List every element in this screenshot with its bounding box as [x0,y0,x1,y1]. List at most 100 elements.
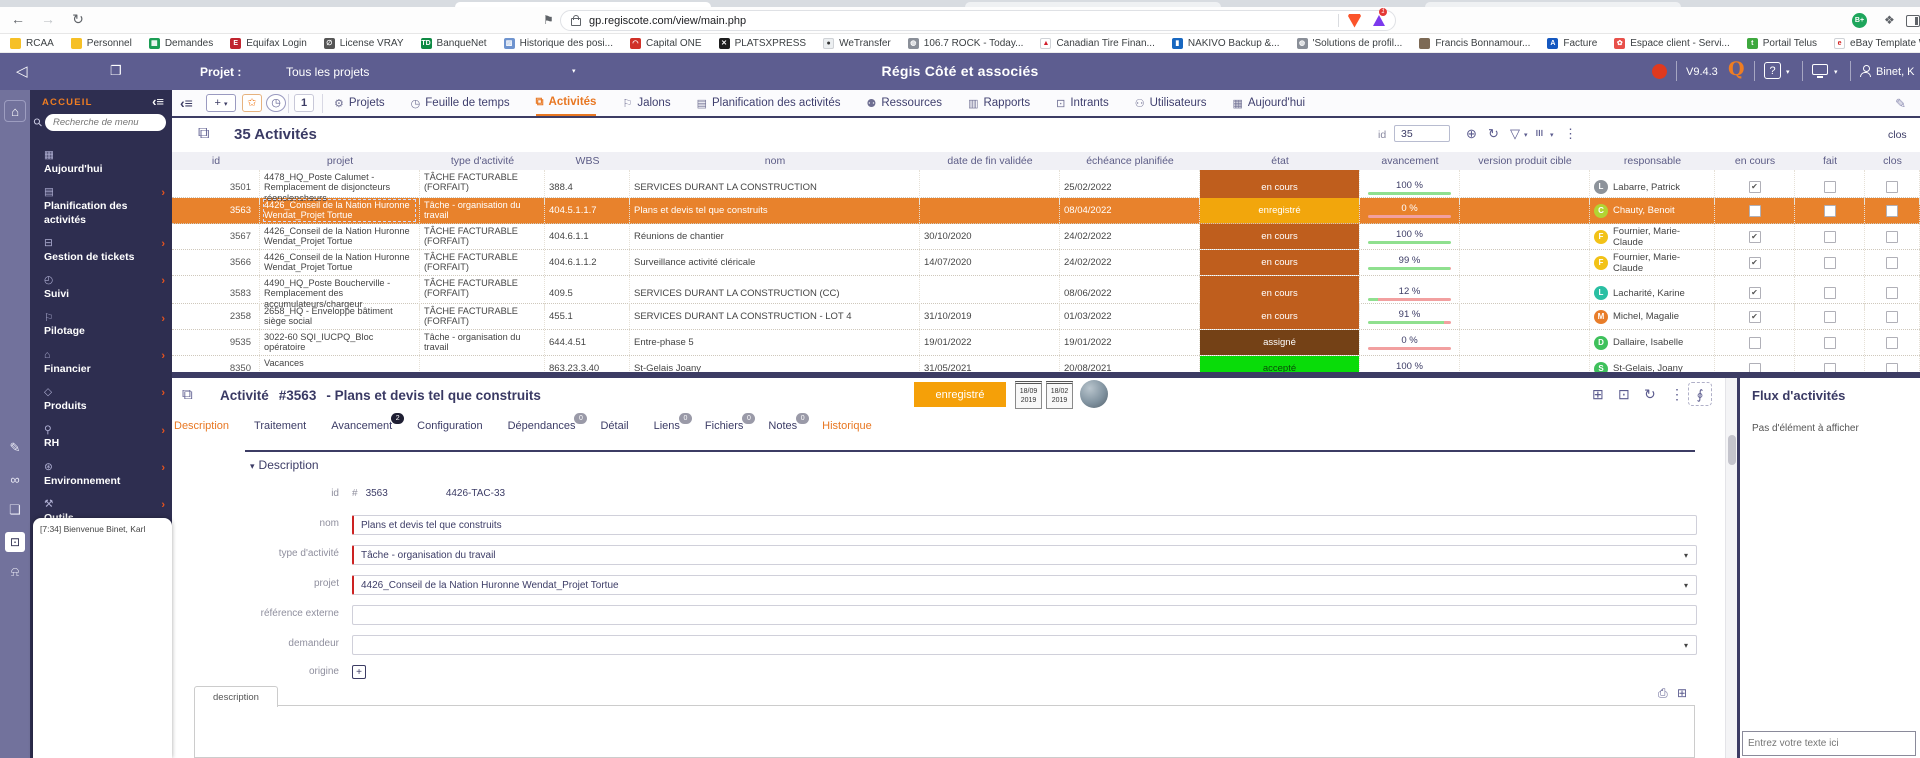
side-panel-icon[interactable] [1906,15,1920,27]
paperclip-icon[interactable]: ∮ [1688,382,1712,406]
chevron-down-icon[interactable]: ▾ [1524,131,1528,139]
detail-tab-traitement[interactable]: Traitement [254,420,306,432]
refresh-icon[interactable]: ↻ [1644,386,1656,403]
detail-tab-d-tail[interactable]: Détail [600,420,628,432]
sidebar-item-environnement[interactable]: ⊛Environnement› [30,456,172,493]
clos-link[interactable]: clos [1888,129,1907,141]
sidebar-item-financier[interactable]: ⌂Financier› [30,344,172,381]
detail-tab-description[interactable]: Description [174,420,229,432]
origine-add-button[interactable]: + [352,665,366,679]
projet-field[interactable] [352,575,1697,595]
bookmark-platsxpress[interactable]: ✕PLATSXPRESS [719,38,807,49]
chevron-down-icon[interactable]: ▾ [1684,581,1688,590]
tab-aujourd-hui[interactable]: ▦Aujourd'hui [1232,90,1305,116]
checkbox-clos[interactable] [1886,231,1898,243]
section-header[interactable]: ▾Description [250,458,319,472]
add-record-icon[interactable]: ⊞ [1592,386,1604,403]
sidebar-item-planification-des-activit-s[interactable]: ▤Planification des activités› [30,181,172,232]
add-button[interactable]: + ▾ [206,94,236,112]
bell-icon[interactable]: ⍾ [0,564,30,580]
checkbox-fait[interactable] [1824,257,1836,269]
sidebar-item-rh[interactable]: ⚲RH› [30,419,172,456]
extension-triangle-icon[interactable]: 1 [1373,15,1385,26]
demandeur-field[interactable] [352,635,1697,655]
page-number[interactable]: 1 [294,94,314,112]
checkbox-clos[interactable] [1886,337,1898,349]
browser-tab-strip[interactable] [0,0,1920,7]
tab-jalons[interactable]: ⚐Jalons [622,90,670,116]
print-icon[interactable]: ⎙ [1658,686,1668,701]
detail-tab-fichiers[interactable]: Fichiers0 [705,420,744,432]
nom-field[interactable] [352,515,1697,535]
sidebar-item-aujourd-hui[interactable]: ▦Aujourd'hui [30,144,172,181]
table-row-2358[interactable]: 23582658_HQ - Enveloppe bâtiment siège s… [172,304,1920,330]
extensions-puzzle-icon[interactable]: ❖ [1884,13,1895,27]
tab-intrants[interactable]: ⊡Intrants [1056,90,1109,116]
checkbox-fait[interactable] [1824,311,1836,323]
table-row-3567[interactable]: 35674426_Conseil de la Nation Huronne We… [172,224,1920,250]
tab-feuille-de-temps[interactable]: ◷Feuille de temps [411,90,510,116]
tab-projets[interactable]: ⚙Projets [334,90,385,116]
table-row-3563[interactable]: 35634426_Conseil de la Nation Huronne We… [172,198,1920,224]
recent-icon[interactable]: ◷ [266,94,286,112]
column-header-responsable[interactable]: responsable [1590,155,1715,167]
menu-search-input[interactable] [45,114,166,131]
sidebar-item-pilotage[interactable]: ⚐Pilotage› [30,307,172,344]
type-activite-field[interactable] [352,545,1697,565]
detail-tab-notes[interactable]: Notes0 [768,420,797,432]
avatar[interactable] [1080,380,1108,408]
tab-planification-des-activit-s[interactable]: ▤Planification des activités [697,90,841,116]
checkbox-en-cours[interactable] [1749,231,1761,243]
column-header-clos[interactable]: clos [1865,155,1920,167]
panel-icon[interactable]: ⊡ [5,532,25,552]
description-tab[interactable]: description [194,686,278,707]
save-icon[interactable]: ⊡ [1618,386,1630,403]
checkbox-en-cours[interactable] [1749,337,1761,349]
table-row-3501[interactable]: 35014478_HQ_Poste Calumet - Remplacement… [172,170,1920,198]
checkbox-clos[interactable] [1886,205,1898,217]
table-row-3583[interactable]: 35834490_HQ_Poste Boucherville - Remplac… [172,276,1920,304]
detail-tab-d-pendances[interactable]: Dépendances0 [508,420,576,432]
kebab-menu-icon[interactable]: ⋮ [1670,386,1684,403]
bookmark-demandes[interactable]: ▦Demandes [149,38,213,49]
browser-back-icon[interactable]: ← [8,11,28,27]
chevron-down-icon[interactable]: ▾ [1834,68,1838,76]
chevron-down-icon[interactable]: ▾ [1684,551,1688,560]
description-textarea[interactable] [194,705,1695,758]
user-name[interactable]: Binet, K [1876,66,1915,78]
bookmark-banquenet[interactable]: TDBanqueNet [421,38,487,49]
collapse-menu-icon[interactable]: ‹≡ [180,95,193,111]
column-header-date-de-fin-valid-e[interactable]: date de fin validée [920,155,1060,167]
bookmark-flag-icon[interactable]: ⚑ [543,13,554,27]
id-filter-input[interactable] [1394,125,1450,142]
column-header-tat[interactable]: état [1200,155,1360,167]
checkbox-en-cours[interactable] [1749,287,1761,299]
profile-badge-icon[interactable]: B+ [1852,13,1867,28]
tab-rapports[interactable]: ▥Rapports [968,90,1030,116]
filter-icon[interactable]: ▽ [1510,126,1520,142]
user-icon[interactable] [1860,65,1871,77]
column-header-id[interactable]: id [172,155,260,167]
bookmark-license-vray[interactable]: ∅License VRAY [324,38,404,49]
column-header-type-d-activit[interactable]: type d'activité [420,155,545,167]
reference-externe-field[interactable] [352,605,1697,625]
tab-utilisateurs[interactable]: ⚇Utilisateurs [1135,90,1207,116]
sidebar-collapse-icon[interactable]: ‹≡ [152,94,164,109]
bookmark-106-7-rock-today[interactable]: ◍106.7 ROCK - Today... [908,38,1024,49]
checkbox-clos[interactable] [1886,311,1898,323]
bookmark-portail-telus[interactable]: tPortail Telus [1747,38,1817,49]
browser-reload-icon[interactable]: ↻ [68,11,88,28]
chevron-down-icon[interactable]: ▾ [1786,68,1790,76]
checkbox-en-cours[interactable] [1749,257,1761,269]
table-row-3566[interactable]: 35664426_Conseil de la Nation Huronne We… [172,250,1920,276]
tab-activit-s[interactable]: ⧉Activités [536,90,597,116]
column-header-projet[interactable]: projet [260,155,420,167]
display-icon[interactable] [1812,64,1828,75]
grid-icon[interactable]: ⊞ [1677,686,1685,700]
chevron-down-icon[interactable]: ▾ [1684,641,1688,650]
bookmark-wetransfer[interactable]: ●WeTransfer [823,38,891,49]
table-row-9535[interactable]: 95353022-60 SQI_IUCPQ_Bloc opératoireTâc… [172,330,1920,356]
bookmark-historique-des-posi[interactable]: ▨Historique des posi... [504,38,613,49]
column-header-wbs[interactable]: WBS [545,155,630,167]
brave-shield-icon[interactable] [1348,14,1361,28]
